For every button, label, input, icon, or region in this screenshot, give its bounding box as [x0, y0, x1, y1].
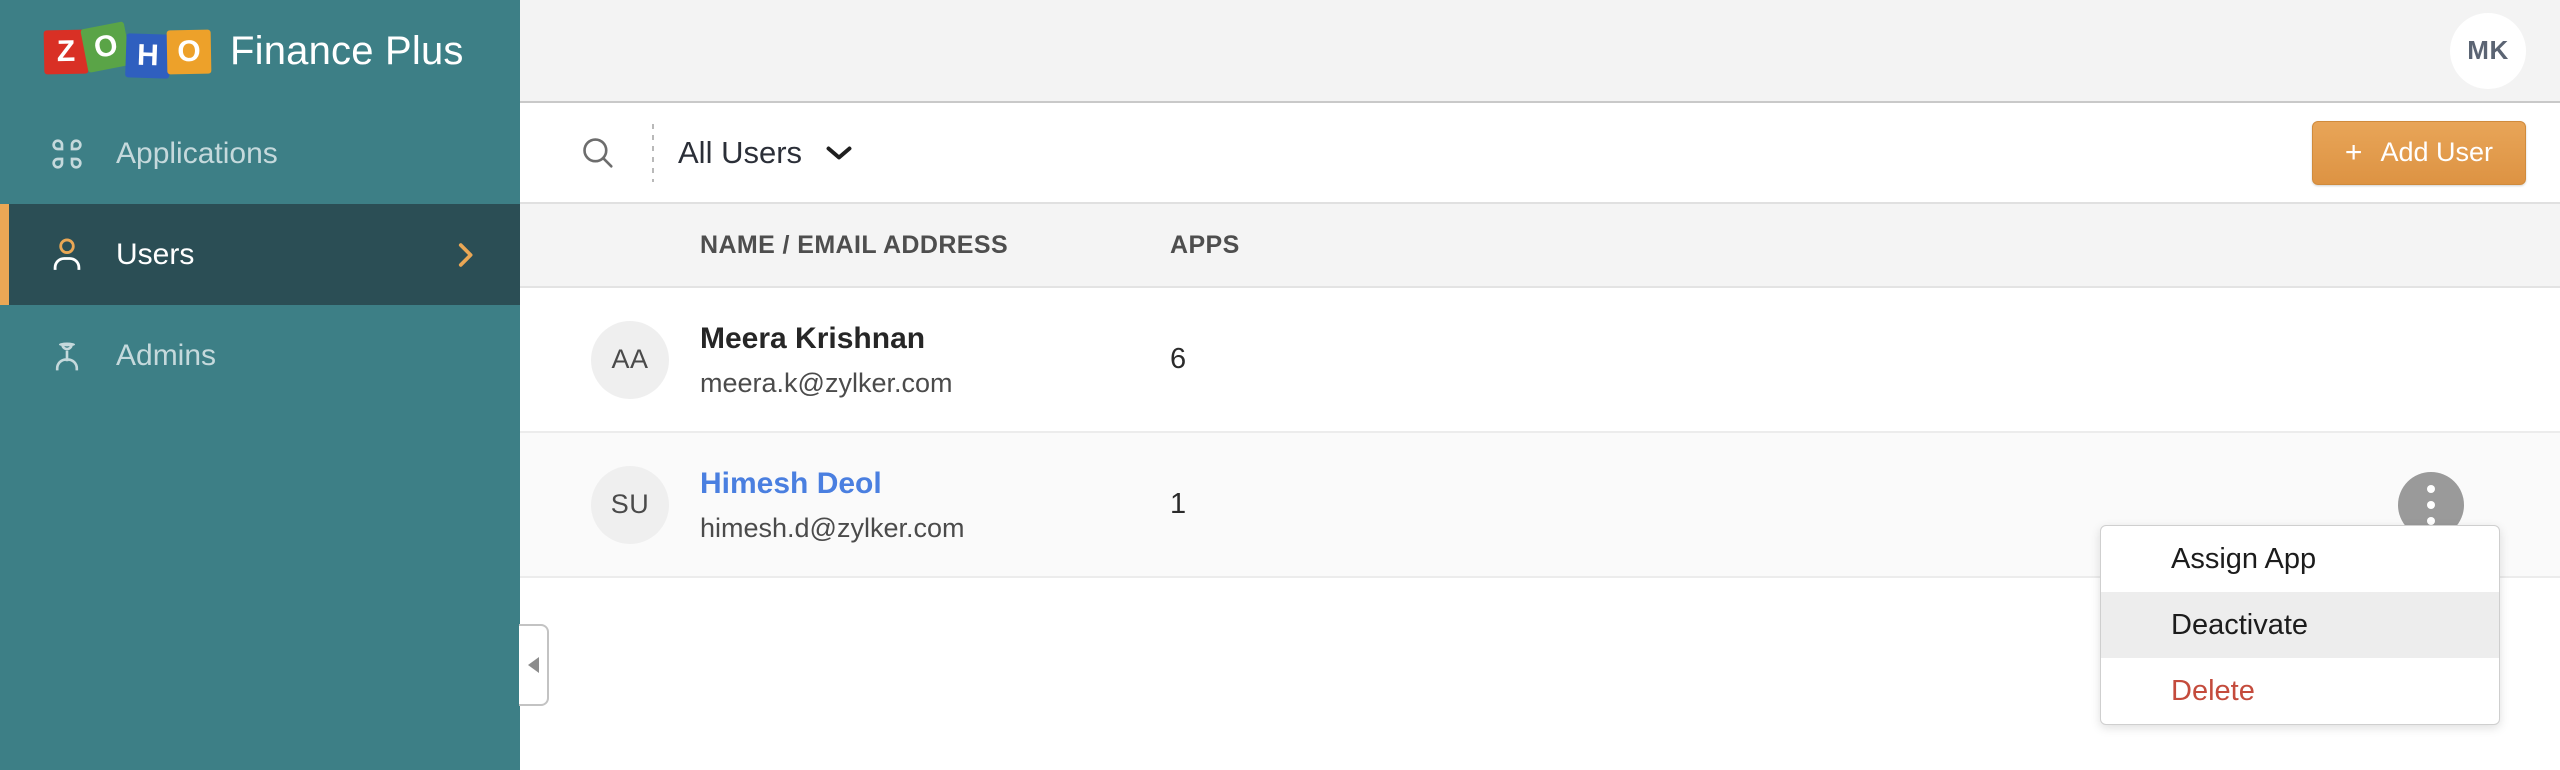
zoho-logo-letter-o2: O [167, 29, 212, 74]
row-avatar-cell: SU [520, 466, 700, 544]
column-header-apps: APPS [1170, 231, 1530, 260]
chevron-down-icon [824, 142, 854, 164]
menu-item-assign-app[interactable]: Assign App [2101, 526, 2499, 592]
avatar: AA [591, 321, 669, 399]
app-root: Z O H O Finance Plus Applications [0, 0, 2560, 770]
column-header-name: NAME / EMAIL ADDRESS [520, 231, 1170, 260]
kebab-dot [2427, 485, 2435, 493]
top-bar: MK [520, 0, 2560, 103]
menu-item-delete[interactable]: Delete [2101, 658, 2499, 724]
sidebar-item-users[interactable]: Users [0, 204, 520, 305]
user-icon [44, 232, 90, 278]
row-avatar-cell: AA [520, 321, 700, 399]
add-user-label: Add User [2380, 137, 2493, 168]
user-apps-count: 1 [1170, 488, 1530, 521]
row-name-cell: Himesh Deol himesh.d@zylker.com [700, 465, 1170, 544]
grid-apps-icon [44, 131, 90, 177]
filter-dropdown[interactable]: All Users [678, 135, 854, 171]
row-context-menu: Assign App Deactivate Delete [2100, 525, 2500, 725]
sidebar-item-label: Admins [116, 339, 216, 373]
avatar: SU [591, 466, 669, 544]
toolbar-divider [652, 124, 654, 182]
user-email: meera.k@zylker.com [700, 367, 1170, 399]
sidebar-item-label: Users [116, 238, 194, 272]
row-name-cell: Meera Krishnan meera.k@zylker.com [700, 320, 1170, 399]
user-name[interactable]: Himesh Deol [700, 465, 1170, 503]
filter-label: All Users [678, 135, 802, 171]
list-toolbar: All Users + Add User [520, 103, 2560, 204]
user-apps-count: 6 [1170, 343, 1530, 376]
brand-header[interactable]: Z O H O Finance Plus [0, 0, 520, 103]
triangle-left-icon [528, 657, 539, 673]
product-name: Finance Plus [230, 29, 464, 74]
sidebar-collapse-handle[interactable] [519, 624, 549, 706]
zoho-logo-icon: Z O H O [44, 23, 208, 81]
zoho-logo-letter-o1: O [80, 21, 132, 73]
main-area: MK All Users + Add User [520, 0, 2560, 770]
chevron-right-icon[interactable] [452, 238, 478, 272]
sidebar-item-admins[interactable]: Admins [0, 305, 520, 406]
user-email: himesh.d@zylker.com [700, 512, 1170, 544]
table-header-row: NAME / EMAIL ADDRESS APPS [520, 204, 2560, 288]
menu-item-deactivate[interactable]: Deactivate [2101, 592, 2499, 658]
kebab-dot [2427, 501, 2435, 509]
zoho-logo-letter-h: H [125, 33, 171, 79]
add-user-button[interactable]: + Add User [2312, 121, 2526, 185]
sidebar-empty-space [0, 406, 520, 770]
sidebar-item-applications[interactable]: Applications [0, 103, 520, 204]
avatar[interactable]: MK [2450, 13, 2526, 89]
table-row[interactable]: AA Meera Krishnan meera.k@zylker.com 6 [520, 288, 2560, 433]
user-name[interactable]: Meera Krishnan [700, 320, 1170, 358]
admin-hat-icon [44, 333, 90, 379]
sidebar-nav: Applications Users [0, 103, 520, 406]
plus-icon: + [2345, 138, 2363, 168]
kebab-dot [2427, 517, 2435, 525]
sidebar-item-label: Applications [116, 137, 278, 171]
sidebar: Z O H O Finance Plus Applications [0, 0, 520, 770]
search-icon[interactable] [568, 123, 628, 183]
